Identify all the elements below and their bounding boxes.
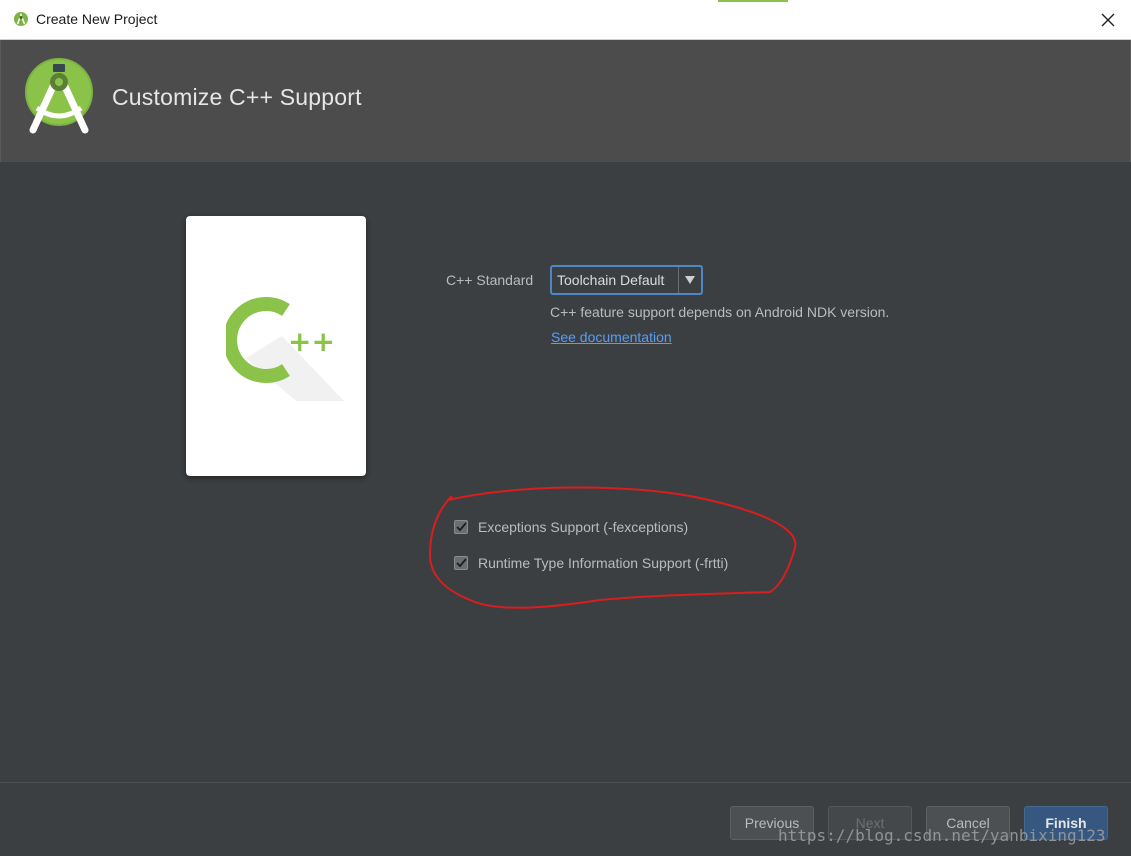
dropdown-arrow[interactable]: [678, 267, 701, 293]
see-documentation-link[interactable]: See documentation: [551, 329, 672, 345]
exceptions-support-label: Exceptions Support (-fexceptions): [478, 519, 689, 535]
android-studio-icon: [14, 12, 28, 26]
wizard-header: Customize C++ Support: [0, 40, 1131, 162]
create-project-dialog: Create New Project Customize C++ Support…: [0, 0, 1131, 856]
close-icon: [1101, 13, 1115, 26]
close-button[interactable]: [1085, 0, 1131, 39]
window-title: Create New Project: [36, 11, 158, 27]
cpp-standard-value: Toolchain Default: [557, 272, 665, 288]
svg-text:++: ++: [288, 325, 335, 358]
ndk-support-note: C++ feature support depends on Android N…: [550, 304, 890, 320]
rtti-support-checkbox[interactable]: Runtime Type Information Support (-frtti…: [454, 553, 728, 573]
title-accent-bar: [718, 0, 788, 2]
cancel-button[interactable]: Cancel: [926, 806, 1010, 840]
next-button[interactable]: Next: [828, 806, 912, 840]
title-bar: Create New Project: [0, 0, 1131, 40]
checkmark-icon: [455, 558, 467, 568]
rtti-support-label: Runtime Type Information Support (-frtti…: [478, 555, 729, 571]
finish-button[interactable]: Finish: [1024, 806, 1108, 840]
android-studio-logo: [25, 58, 93, 134]
chevron-down-icon: [685, 276, 695, 284]
page-title: Customize C++ Support: [112, 84, 362, 110]
checkbox-box[interactable]: [454, 556, 468, 570]
cpp-logo-icon: ++: [226, 297, 344, 401]
cpp-standard-label: C++ Standard: [446, 272, 534, 288]
exceptions-support-checkbox[interactable]: Exceptions Support (-fexceptions): [454, 517, 688, 537]
footer-divider: [0, 782, 1131, 783]
cpp-standard-select[interactable]: Toolchain Default: [550, 265, 703, 295]
checkbox-box[interactable]: [454, 520, 468, 534]
previous-button[interactable]: Previous: [730, 806, 814, 840]
cpp-preview-card: ++: [186, 216, 366, 476]
checkmark-icon: [455, 522, 467, 532]
